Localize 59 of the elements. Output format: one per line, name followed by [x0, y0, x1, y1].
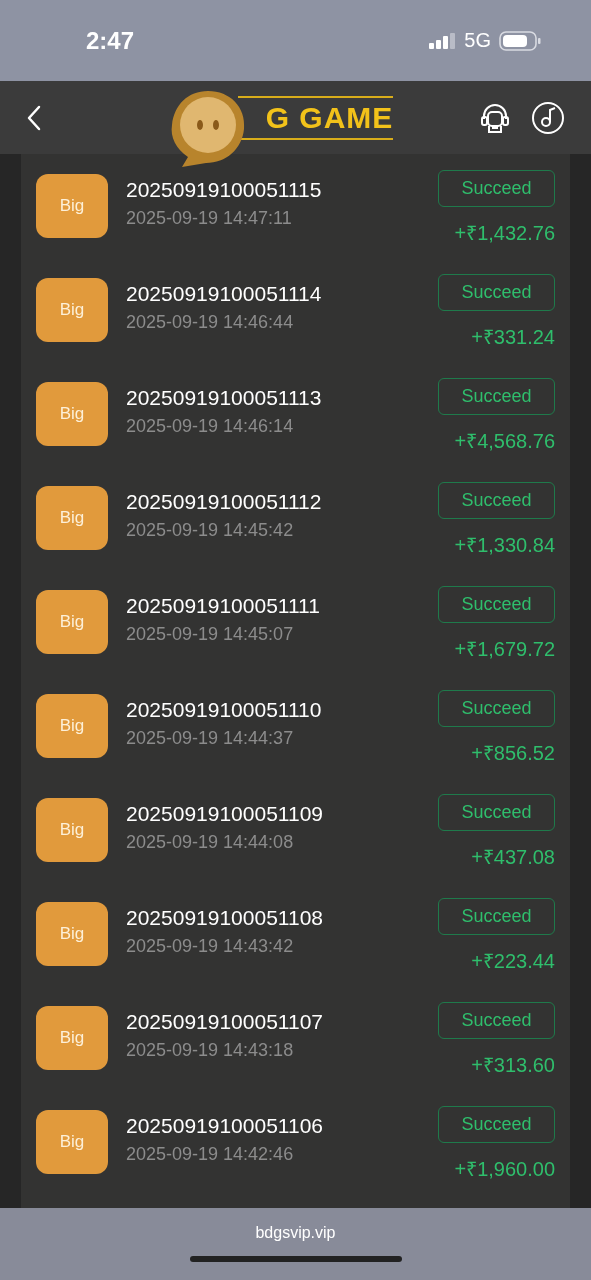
order-number: 20250919100051108 [126, 906, 324, 930]
order-time: 2025-09-19 14:43:18 [126, 1040, 295, 1061]
order-time: 2025-09-19 14:43:42 [126, 936, 295, 957]
signal-icon [429, 32, 457, 49]
support-agent-icon[interactable] [479, 101, 511, 134]
network-label: 5G [464, 29, 491, 52]
win-amount: +₹4,568.76 [454, 429, 555, 454]
order-number: 20250919100051112 [126, 490, 323, 514]
order-number: 20250919100051111 [126, 594, 321, 618]
order-time: 2025-09-19 14:47:11 [126, 208, 293, 229]
battery-icon [499, 30, 541, 51]
order-number: 20250919100051109 [126, 802, 324, 826]
order-time: 2025-09-19 14:42:46 [126, 1144, 295, 1165]
order-number: 20250919100051114 [126, 282, 323, 306]
win-amount: +₹223.44 [471, 949, 555, 974]
status-badge: Succeed [438, 794, 555, 831]
win-amount: +₹331.24 [471, 325, 555, 350]
win-amount: +₹1,330.84 [454, 533, 555, 558]
url-text[interactable]: bdgsvip.vip [255, 1224, 336, 1242]
bet-type-badge: Big [36, 486, 108, 550]
bet-type-badge: Big [36, 590, 108, 654]
status-badge: Succeed [438, 1002, 555, 1039]
back-icon[interactable] [26, 104, 42, 131]
status-badge: Succeed [438, 898, 555, 935]
win-amount: +₹1,432.76 [454, 221, 555, 246]
win-amount: +₹437.08 [471, 845, 555, 870]
win-amount: +₹1,960.00 [454, 1157, 555, 1182]
order-number: 20250919100051107 [126, 1010, 324, 1034]
order-time: 2025-09-19 14:44:08 [126, 832, 295, 853]
order-time: 2025-09-19 14:45:42 [126, 520, 295, 541]
bet-type-badge: Big [36, 1006, 108, 1070]
status-badge: Succeed [438, 274, 555, 311]
order-time: 2025-09-19 14:46:44 [126, 312, 295, 333]
bet-type-badge: Big [36, 694, 108, 758]
bet-type-badge: Big [36, 174, 108, 238]
order-time: 2025-09-19 14:45:07 [126, 624, 295, 645]
win-amount: +₹856.52 [471, 741, 555, 766]
order-time: 2025-09-19 14:44:37 [126, 728, 295, 749]
order-number: 20250919100051110 [126, 698, 323, 722]
music-icon[interactable] [531, 100, 565, 135]
logo-text: G GAME [237, 95, 394, 140]
status-badge: Succeed [438, 482, 555, 519]
status-badge: Succeed [438, 586, 555, 623]
order-time: 2025-09-19 14:46:14 [126, 416, 295, 437]
status-badge: Succeed [438, 378, 555, 415]
status-badge: Succeed [438, 170, 555, 207]
order-number: 20250919100051115 [126, 178, 323, 202]
win-amount: +₹1,679.72 [454, 637, 555, 662]
bet-type-badge: Big [36, 1110, 108, 1174]
status-badge: Succeed [438, 690, 555, 727]
order-number: 20250919100051106 [126, 1114, 324, 1138]
bet-type-badge: Big [36, 278, 108, 342]
bet-type-badge: Big [36, 798, 108, 862]
bet-type-badge: Big [36, 902, 108, 966]
win-amount: +₹313.60 [471, 1053, 555, 1078]
bet-type-badge: Big [36, 382, 108, 446]
order-number: 20250919100051113 [126, 386, 323, 410]
status-badge: Succeed [438, 1106, 555, 1143]
clock-time: 2:47 [86, 26, 135, 55]
